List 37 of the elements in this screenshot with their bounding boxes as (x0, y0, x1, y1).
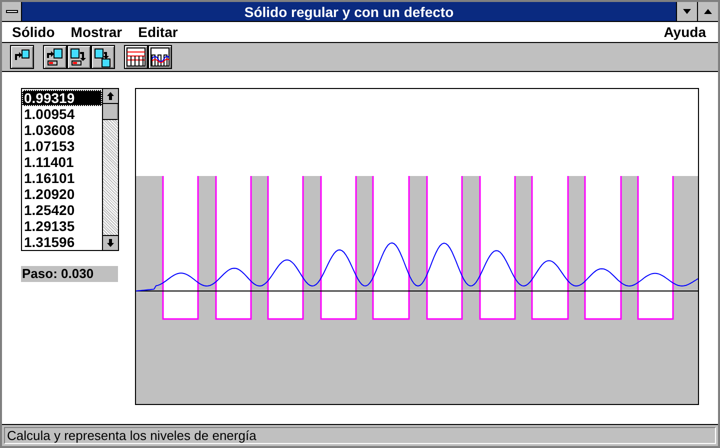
status-text: Calcula y representa los niveles de energía (4, 427, 716, 444)
toolbar-button[interactable] (10, 45, 34, 69)
scrollbar[interactable] (102, 89, 118, 250)
down-arrow-icon (107, 239, 114, 247)
menu-item[interactable]: Sólido (12, 22, 55, 42)
scroll-thumb[interactable] (103, 104, 118, 120)
menu-item[interactable]: Ayuda (664, 22, 706, 42)
menu-item[interactable]: Editar (138, 22, 178, 42)
toolbar-button[interactable] (67, 45, 91, 69)
list-item[interactable]: 1.25420 (22, 202, 102, 218)
toolbar-button[interactable] (148, 45, 172, 69)
maximize-button[interactable] (697, 2, 718, 21)
list-item[interactable]: 1.00954 (22, 106, 102, 122)
system-menu-button[interactable] (2, 2, 22, 21)
minimize-button[interactable] (676, 2, 697, 21)
step-label: Paso: 0.030 (21, 266, 118, 282)
toolbar-button[interactable] (43, 45, 67, 69)
window-title: Sólido regular y con un defecto (243, 3, 455, 21)
toolbar-button[interactable] (124, 45, 148, 69)
list-item[interactable]: 0.99319 (22, 90, 102, 106)
wave-chart-icon (149, 46, 171, 68)
scroll-down-button[interactable] (103, 235, 118, 250)
up-arrow-icon (704, 9, 712, 14)
list-item[interactable]: 1.20920 (22, 186, 102, 202)
energy-listbox[interactable]: 0.99319 1.00954 1.03608 1.07153 1.11401 1.16101 1.20920 1.25420 1.29135 1.31596 (21, 88, 119, 251)
menu-item[interactable]: Mostrar (70, 22, 122, 42)
table-chart-icon (125, 46, 147, 68)
toolbar-button[interactable] (91, 45, 115, 69)
down-arrow-icon (683, 9, 691, 14)
scroll-up-button[interactable] (103, 89, 118, 104)
list-item[interactable]: 1.29135 (22, 218, 102, 234)
list-item[interactable]: 1.07153 (22, 138, 102, 154)
list-item[interactable]: 1.03608 (22, 122, 102, 138)
list-item[interactable]: 1.31596 (22, 234, 102, 250)
up-arrow-icon (107, 92, 114, 100)
list-item[interactable]: 1.11401 (22, 154, 102, 170)
list-item[interactable]: 1.16101 (22, 170, 102, 186)
